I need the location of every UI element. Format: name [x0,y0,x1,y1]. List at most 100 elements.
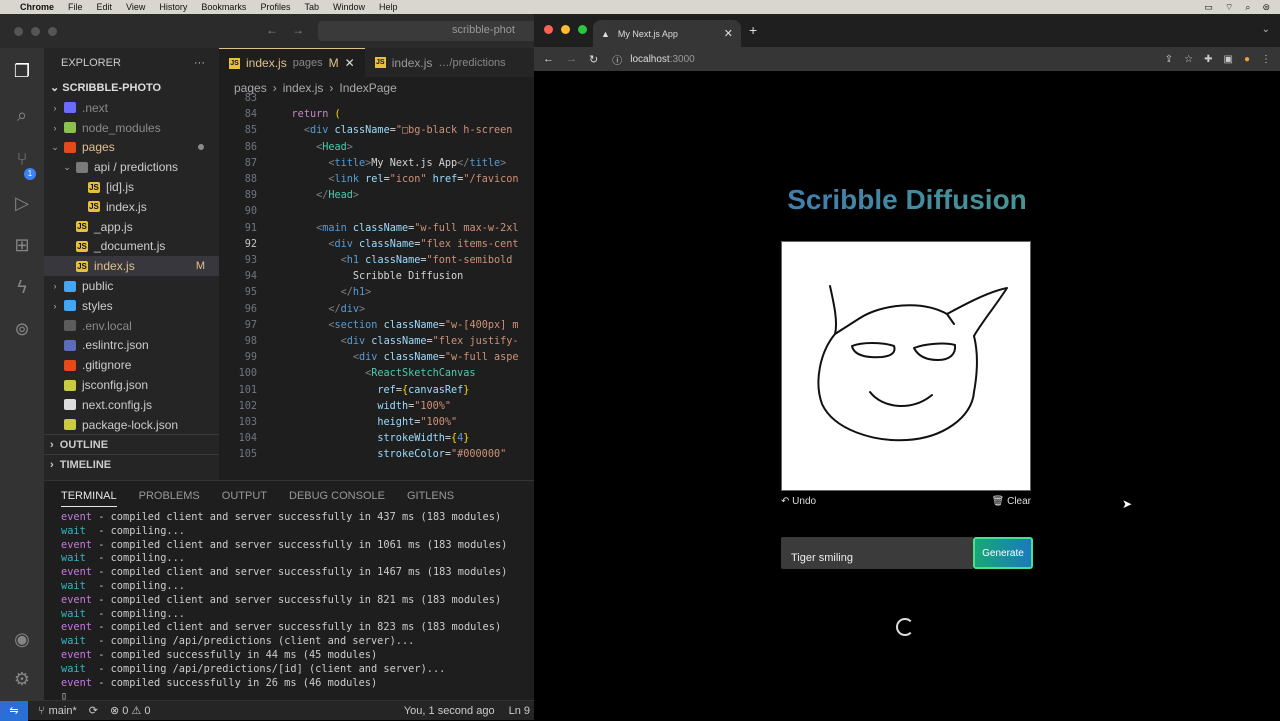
clear-button[interactable]: 🗑 Clear [992,496,1031,507]
breadcrumb-item[interactable]: index.js [283,81,324,95]
file-tree-item[interactable]: › styles [44,296,219,316]
chrome-menu-icon[interactable]: ⋮ [1261,54,1271,65]
branch-name[interactable]: main* [49,705,77,717]
project-root[interactable]: ⌄ SCRIBBLE-PHOTO [44,78,219,98]
zoom-dot[interactable] [48,27,57,36]
menu-item[interactable]: Profiles [260,2,290,12]
bookmark-star-icon[interactable]: ☆ [1184,54,1193,65]
menu-app[interactable]: Chrome [20,2,54,12]
problems-counter[interactable]: ⊗ 0 ⚠ 0 [110,704,150,717]
control-center-icon[interactable]: ⊜ [1262,2,1270,13]
search-icon[interactable]: ⌕ [11,104,33,126]
tab-close-icon[interactable]: ✕ [724,27,733,40]
file-tree-item[interactable]: JS [id].js [44,177,219,197]
file-tree-item[interactable]: › node_modules [44,118,219,138]
remote-icon[interactable]: ⇋ [0,700,28,721]
file-tree-item[interactable]: jsconfig.json [44,375,219,395]
editor-tab[interactable]: JS index.js pages M ✕ [219,48,365,77]
explorer-icon[interactable]: ❐ [11,60,33,82]
terminal-output[interactable]: event - compiled client and server succe… [44,511,534,704]
sync-icon[interactable]: ⟳ [89,704,98,717]
code-line[interactable]: <title>My Next.js App</title> [267,158,506,169]
blame-info[interactable]: You, 1 second ago [404,705,495,717]
address-bar[interactable]: ⓘ localhost:3000 [612,52,695,67]
wifi-icon[interactable]: ⌔ [1225,2,1233,13]
new-tab-button[interactable]: + [749,22,757,38]
undo-button[interactable]: ↶ Undo [781,496,816,507]
code-line[interactable]: width="100%" [267,401,451,412]
file-tree-item[interactable]: ⌄ pages [44,138,219,158]
menu-item[interactable]: Bookmarks [201,2,246,12]
code-line[interactable]: <div className="□bg-black h-screen [267,125,513,136]
prompt-input[interactable] [781,537,973,569]
minimize-dot[interactable] [31,27,40,36]
menu-item[interactable]: Help [379,2,398,12]
generate-button[interactable]: Generate [973,537,1033,569]
tab-close-icon[interactable]: ✕ [345,56,355,70]
file-tree-item[interactable]: JS _document.js [44,237,219,257]
code-line[interactable]: <div className="w-full aspe [267,352,519,363]
file-tree-item[interactable]: JS _app.js [44,217,219,237]
search-icon[interactable]: ⌕ [1245,2,1250,13]
panel-tab[interactable]: TERMINAL [61,490,117,507]
menu-item[interactable]: File [68,2,83,12]
camera-icon[interactable]: ▭ [1204,2,1213,13]
breadcrumb-item[interactable]: IndexPage [339,81,396,95]
account-icon[interactable]: ◉ [11,628,33,650]
code-line[interactable]: <ReactSketchCanvas [267,368,475,379]
code-line[interactable]: ref={canvasRef} [267,385,469,396]
panel-tab[interactable]: DEBUG CONSOLE [289,490,385,502]
outline-section[interactable]: › OUTLINE [44,434,219,454]
run-debug-icon[interactable]: ▷ [11,192,33,214]
file-tree-item[interactable]: ⌄ api / predictions [44,157,219,177]
file-tree-item[interactable]: .env.local [44,316,219,336]
file-tree-item[interactable]: JS index.js [44,197,219,217]
share-icon[interactable]: ⇪ [1165,54,1173,65]
code-line[interactable]: return ( [267,109,341,120]
extensions-icon[interactable]: ⊞ [11,234,33,256]
source-control-icon[interactable]: ⑂ [11,148,33,170]
gitlens-icon[interactable]: ⊚ [11,318,33,340]
file-tree-item[interactable]: › .next [44,98,219,118]
more-actions-icon[interactable]: ··· [194,57,205,78]
lightning-icon[interactable]: ϟ [11,276,33,298]
menu-item[interactable]: History [159,2,187,12]
close-dot[interactable] [14,27,23,36]
code-line[interactable]: strokeWidth={4} [267,433,469,444]
panel-tab[interactable]: GITLENS [407,490,454,502]
file-tree-item[interactable]: .eslintrc.json [44,336,219,356]
forward-icon[interactable]: → [566,53,577,66]
code-line[interactable]: </div> [267,304,365,315]
panel-tab[interactable]: PROBLEMS [139,490,200,502]
menu-item[interactable]: Window [333,2,365,12]
profile-avatar-icon[interactable]: ● [1244,54,1250,65]
code-line[interactable]: <h1 className="font-semibold [267,255,513,266]
panel-tab[interactable]: OUTPUT [222,490,267,502]
sidebar-icon[interactable]: ▣ [1224,54,1233,65]
extensions-puzzle-icon[interactable]: ✚ [1204,54,1212,65]
menu-item[interactable]: Edit [97,2,113,12]
file-tree-item[interactable]: JS index.js M [44,256,219,277]
code-line[interactable]: <div className="flex items-cent [267,239,518,250]
tab-search-chevron-icon[interactable]: ⌄ [1262,24,1270,35]
zoom-dot[interactable] [578,25,587,34]
code-line[interactable]: strokeColor="#000000" [267,449,506,460]
code-line[interactable]: <div className="flex justify- [267,336,519,347]
menu-item[interactable]: View [126,2,145,12]
timeline-section[interactable]: › TIMELINE [44,454,219,474]
code-line[interactable]: height="100%" [267,417,457,428]
menu-item[interactable]: Tab [304,2,319,12]
minimize-dot[interactable] [561,25,570,34]
code-line[interactable]: </h1> [267,287,372,298]
command-center-search[interactable]: scribble-phot [318,21,538,41]
file-tree-item[interactable]: .gitignore [44,355,219,375]
code-line[interactable]: <section className="w-[400px] m [267,320,518,331]
code-line[interactable]: <Head> [267,142,353,153]
browser-tab[interactable]: ▲ My Next.js App ✕ [593,20,741,47]
editor-tab[interactable]: JS index.js …/predictions [365,48,516,77]
sketch-canvas[interactable] [781,241,1031,491]
code-line[interactable]: </Head> [267,190,359,201]
code-line[interactable]: <main className="w-full max-w-2xl [267,223,518,234]
close-dot[interactable] [544,25,553,34]
code-line[interactable]: Scribble Diffusion [267,271,463,282]
